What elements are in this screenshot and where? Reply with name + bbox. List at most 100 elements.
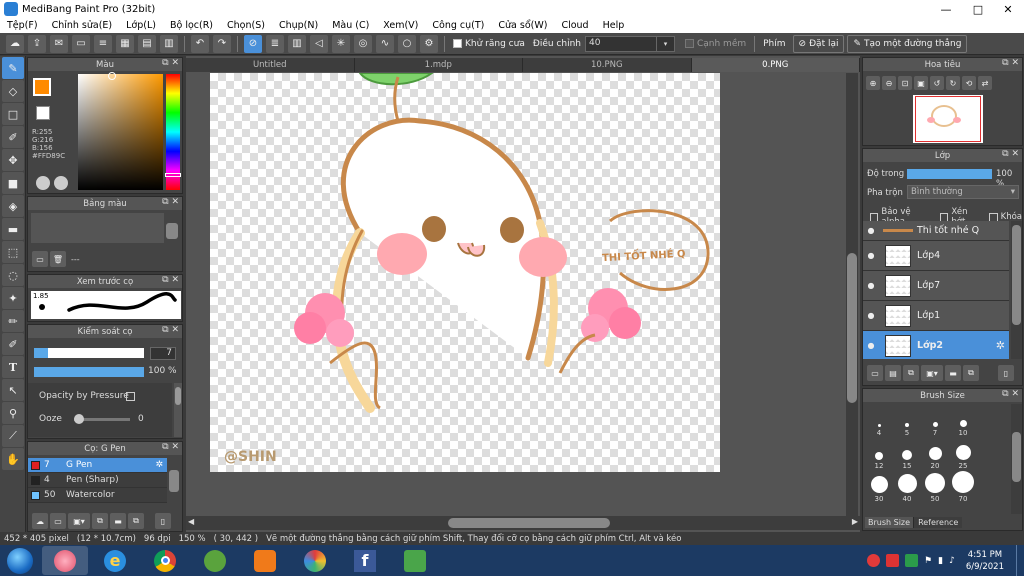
new-palette-icon[interactable]: ▭ xyxy=(32,251,48,267)
grid-snap-icon[interactable]: ▥ xyxy=(288,34,306,53)
reset-button[interactable]: ⊘ Đặt lại xyxy=(792,34,845,53)
add-layer-menu-icon[interactable]: ▣▾ xyxy=(921,365,943,381)
close-icon[interactable]: ⧉ ✕ xyxy=(162,442,179,452)
menu-help[interactable]: Help xyxy=(596,20,632,31)
tab-untitled[interactable]: Untitled xyxy=(186,58,355,72)
hand-tool-icon[interactable]: ✋ xyxy=(2,448,24,470)
gear-icon[interactable]: ✲ xyxy=(155,460,163,470)
taskbar-media[interactable] xyxy=(242,546,288,575)
brush-size-4[interactable]: 4 xyxy=(865,404,893,437)
scrollbar[interactable] xyxy=(1011,221,1022,359)
concentric-snap-icon[interactable]: ◎ xyxy=(354,34,372,53)
menu-filter[interactable]: Bộ lọc(R) xyxy=(163,20,220,31)
eye-icon[interactable]: ● xyxy=(863,341,879,350)
shape-tool-icon[interactable]: ■ xyxy=(2,172,24,194)
gear-icon[interactable]: ⚙ xyxy=(420,34,438,53)
taskbar-ie[interactable]: e xyxy=(92,546,138,575)
brush-tool-icon[interactable]: ✎ xyxy=(2,57,24,79)
trash-icon[interactable]: ▯ xyxy=(155,513,171,529)
eye-icon[interactable]: ● xyxy=(863,311,879,320)
tab-reference[interactable]: Reference xyxy=(913,517,963,528)
close-icon[interactable]: ⧉ ✕ xyxy=(1002,58,1019,68)
divide-tool-icon[interactable]: ⟋ xyxy=(2,425,24,447)
hue-handle[interactable] xyxy=(165,173,181,177)
tab-brush-size[interactable]: Brush Size xyxy=(865,517,914,528)
artboard[interactable]: THI TỐT NHÉ Q @SHIN xyxy=(210,73,720,472)
app-tray-icon[interactable] xyxy=(905,554,919,567)
close-icon[interactable]: ⧉ ✕ xyxy=(162,275,179,285)
taskbar-corel[interactable] xyxy=(192,546,238,575)
close-icon[interactable]: ⧉ ✕ xyxy=(162,325,179,335)
close-icon[interactable]: ⧉ ✕ xyxy=(162,58,179,68)
brush-size-20[interactable]: 20 xyxy=(921,437,949,470)
move-tool-icon[interactable]: ✥ xyxy=(2,149,24,171)
antialias-checkbox[interactable] xyxy=(453,38,462,48)
color-picker-cursor[interactable] xyxy=(108,72,116,80)
tab-10-png[interactable]: 10.PNG xyxy=(523,58,692,72)
menu-select[interactable]: Chọn(S) xyxy=(220,20,272,31)
actual-size-icon[interactable]: ▣ xyxy=(914,76,928,90)
menu-tools[interactable]: Công cụ(T) xyxy=(425,20,491,31)
share-icon[interactable]: ⇪ xyxy=(28,34,46,53)
saturation-value-picker[interactable] xyxy=(78,74,163,190)
fill-tool-icon[interactable]: ◈ xyxy=(2,195,24,217)
flag-icon[interactable]: ⚑ xyxy=(924,556,932,566)
palette-swatches[interactable] xyxy=(31,213,164,243)
folder-icon[interactable]: ▬ xyxy=(945,365,961,381)
eraser-tool-icon[interactable]: ◇ xyxy=(2,80,24,102)
cloud-brush-icon[interactable]: ☁ xyxy=(32,513,48,529)
maximize-button[interactable]: □ xyxy=(962,0,994,18)
canvas-vertical-scrollbar[interactable] xyxy=(846,73,858,516)
adjust-select[interactable]: 40 xyxy=(584,35,657,52)
redo-icon[interactable]: ↷ xyxy=(213,34,231,53)
select-pen-icon[interactable]: ✏ xyxy=(2,310,24,332)
scrollbar[interactable] xyxy=(166,223,178,239)
operation-tool-icon[interactable]: ↖ xyxy=(2,379,24,401)
tab-0-png[interactable]: 0.PNG xyxy=(691,58,860,72)
close-icon[interactable]: ⧉ ✕ xyxy=(162,197,179,207)
canvas-horizontal-scrollbar[interactable]: ◀ ▶ xyxy=(186,516,860,530)
circle-snap-icon[interactable]: ○ xyxy=(398,34,416,53)
dot-tool-icon[interactable]: □ xyxy=(2,103,24,125)
scrollbar[interactable] xyxy=(174,383,182,437)
layer-row[interactable]: ● Lớp2 ✲ xyxy=(863,331,1009,359)
taskbar-chrome[interactable] xyxy=(142,546,188,575)
foreground-color[interactable] xyxy=(33,78,51,96)
antivirus-icon[interactable] xyxy=(886,554,900,567)
page-icon[interactable]: ▭ xyxy=(72,34,90,53)
brush-size-50[interactable]: 50 xyxy=(921,470,949,503)
gradient-tool-icon[interactable]: ▬ xyxy=(2,218,24,240)
brush-size-7[interactable]: 7 xyxy=(921,404,949,437)
opacity-pressure-checkbox[interactable] xyxy=(126,392,135,401)
eye-icon[interactable]: ● xyxy=(863,251,879,260)
rotate-right-icon[interactable]: ↻ xyxy=(946,76,960,90)
trash-icon[interactable]: ▯ xyxy=(998,365,1014,381)
menu-edit[interactable]: Chỉnh sửa(E) xyxy=(45,20,120,31)
fit-icon[interactable]: ⊡ xyxy=(898,76,912,90)
menu-layer[interactable]: Lớp(L) xyxy=(119,20,163,31)
folder-icon[interactable]: ▬ xyxy=(110,513,126,529)
new-halftone-layer-icon[interactable]: ▤ xyxy=(885,365,901,381)
show-desktop-button[interactable] xyxy=(1016,545,1024,576)
gear-icon[interactable]: ✲ xyxy=(996,339,1005,352)
brush-size-value[interactable]: 7 xyxy=(150,347,176,360)
brush-size-10[interactable]: 10 xyxy=(949,404,977,437)
new-brush-icon[interactable]: ▭ xyxy=(50,513,66,529)
brush-size-5[interactable]: 5 xyxy=(893,404,921,437)
pen-tool-icon[interactable]: ✐ xyxy=(2,126,24,148)
scroll-left-arrow[interactable]: ◀ xyxy=(188,517,194,526)
eye-icon[interactable]: ● xyxy=(863,281,879,290)
scrollbar[interactable] xyxy=(169,470,179,492)
duplicate-layer-icon[interactable]: ⧉ xyxy=(903,365,919,381)
perspective-snap-icon[interactable]: ◁ xyxy=(310,34,328,53)
select-tool-icon[interactable]: ⬚ xyxy=(2,241,24,263)
close-icon[interactable]: ⧉ ✕ xyxy=(1002,389,1019,399)
layer-row[interactable]: ● Thi tốt nhé Q xyxy=(863,221,1009,241)
menu-color[interactable]: Màu (C) xyxy=(325,20,376,31)
layer-row[interactable]: ● Lớp1 xyxy=(863,301,1009,331)
trash-icon[interactable]: 🗑 xyxy=(50,251,66,267)
blend-mode-select[interactable]: Bình thường ▾ xyxy=(907,185,1019,199)
rotate-left-icon[interactable]: ↺ xyxy=(930,76,944,90)
lasso-tool-icon[interactable]: ◌ xyxy=(2,264,24,286)
viewport-rect[interactable] xyxy=(915,96,981,142)
